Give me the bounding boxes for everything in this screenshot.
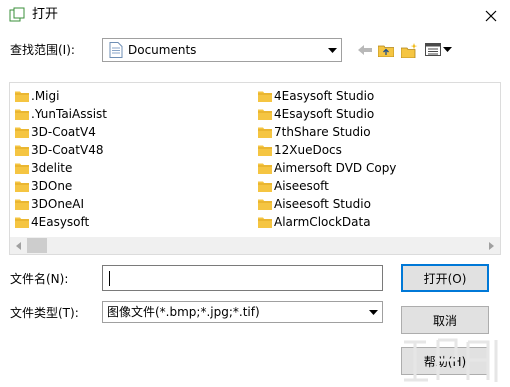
- chevron-left-icon: [16, 241, 21, 250]
- folder-icon: [15, 145, 29, 156]
- folder-name: 4Easysoft: [31, 215, 90, 229]
- new-folder-icon: [400, 42, 417, 58]
- folder-item[interactable]: .YunTaiAssist: [15, 105, 107, 123]
- folder-name: Aiseesoft: [274, 179, 329, 193]
- folder-name: 4Esaysoft Studio: [274, 107, 375, 121]
- file-name-input[interactable]: [102, 265, 383, 291]
- folder-item[interactable]: Aiseesoft Studio: [258, 195, 396, 213]
- folder-item[interactable]: .Migi: [15, 87, 107, 105]
- folder-item[interactable]: 3DOne: [15, 177, 107, 195]
- look-in-dropdown-arrow[interactable]: [324, 39, 341, 61]
- folder-icon: [258, 127, 272, 138]
- folder-name: .Migi: [31, 89, 60, 103]
- file-list-column-2: 4Easysoft Studio 4Esaysoft Studio 7thSha…: [258, 87, 396, 231]
- folder-item[interactable]: Aiseesoft: [258, 177, 396, 195]
- scroll-right-button[interactable]: [483, 237, 500, 254]
- folder-item[interactable]: 3delite: [15, 159, 107, 177]
- folder-icon: [258, 199, 272, 210]
- file-type-dropdown-arrow[interactable]: [365, 302, 382, 322]
- scroll-left-button[interactable]: [10, 237, 27, 254]
- folder-icon: [258, 91, 272, 102]
- open-button[interactable]: 打开(O): [401, 264, 489, 292]
- new-folder-button[interactable]: [400, 40, 418, 60]
- chevron-down-icon: [328, 47, 337, 53]
- folder-item[interactable]: Aimersoft DVD Copy: [258, 159, 396, 177]
- file-type-label: 文件类型(T):: [10, 306, 79, 320]
- folder-name: 3DOneAI: [31, 197, 85, 211]
- dialog-icon: [9, 7, 25, 22]
- folder-name: 3D-CoatV48: [31, 143, 104, 157]
- view-menu-button[interactable]: [424, 40, 454, 60]
- folder-item[interactable]: 4Esaysoft Studio: [258, 105, 396, 123]
- folder-icon: [15, 181, 29, 192]
- title-bar: 打开: [0, 0, 510, 31]
- folder-icon: [258, 145, 272, 156]
- folder-name: 3delite: [31, 161, 73, 175]
- close-button[interactable]: [478, 4, 504, 28]
- folder-item[interactable]: 4Easysoft: [15, 213, 107, 231]
- folder-item[interactable]: 4Easysoft Studio: [258, 87, 396, 105]
- folder-name: 3DOne: [31, 179, 73, 193]
- file-type-value: 图像文件(*.bmp;*.jpg;*.tif): [107, 305, 260, 319]
- folder-name: 4Easysoft Studio: [274, 89, 375, 103]
- up-folder-icon: [378, 45, 394, 57]
- folder-item[interactable]: 3DOneAI: [15, 195, 107, 213]
- folder-name: 12XueDocs: [274, 143, 342, 157]
- look-in-value: Documents: [128, 43, 197, 57]
- folder-item[interactable]: 7thShare Studio: [258, 123, 396, 141]
- folder-name: 7thShare Studio: [274, 125, 371, 139]
- folder-icon: [15, 199, 29, 210]
- folder-icon: [15, 109, 29, 120]
- chevron-right-icon: [489, 241, 494, 250]
- folder-item[interactable]: 3D-CoatV48: [15, 141, 107, 159]
- dialog-title: 打开: [32, 7, 59, 22]
- documents-icon: [109, 42, 123, 58]
- folder-item[interactable]: 12XueDocs: [258, 141, 396, 159]
- folder-icon: [258, 181, 272, 192]
- folder-name: Aimersoft DVD Copy: [274, 161, 397, 175]
- file-name-label: 文件名(N):: [10, 272, 69, 286]
- close-icon: [485, 10, 497, 22]
- folder-icon: [15, 217, 29, 228]
- folder-icon: [15, 91, 29, 102]
- folder-item[interactable]: 3D-CoatV4: [15, 123, 107, 141]
- up-folder-button[interactable]: [377, 40, 395, 60]
- back-arrow-icon: [358, 45, 372, 55]
- chevron-down-icon: [369, 309, 378, 315]
- look-in-dropdown[interactable]: Documents: [102, 38, 342, 62]
- folder-name: AlarmClockData: [274, 215, 371, 229]
- file-list-column-1: .Migi .YunTaiAssist 3D-CoatV4 3D-CoatV48…: [15, 87, 107, 231]
- folder-name: Aiseesoft Studio: [274, 197, 371, 211]
- folder-icon: [15, 127, 29, 138]
- file-type-dropdown[interactable]: 图像文件(*.bmp;*.jpg;*.tif): [102, 301, 383, 323]
- folder-icon: [258, 109, 272, 120]
- cancel-button[interactable]: 取消: [401, 306, 489, 334]
- folder-name: .YunTaiAssist: [31, 107, 108, 121]
- folder-item[interactable]: AlarmClockData: [258, 213, 396, 231]
- scrollbar-thumb[interactable]: [27, 238, 47, 253]
- folder-name: 3D-CoatV4: [31, 125, 96, 139]
- back-button[interactable]: [357, 40, 373, 60]
- look-in-label: 查找范围(I):: [10, 43, 75, 57]
- folder-icon: [258, 163, 272, 174]
- text-caret: [109, 271, 110, 286]
- horizontal-scrollbar[interactable]: [10, 237, 500, 254]
- folder-icon: [15, 163, 29, 174]
- view-menu-icon: [425, 43, 452, 56]
- help-button[interactable]: 帮助(H): [401, 347, 489, 375]
- file-list[interactable]: .Migi .YunTaiAssist 3D-CoatV4 3D-CoatV48…: [9, 82, 501, 255]
- folder-icon: [258, 217, 272, 228]
